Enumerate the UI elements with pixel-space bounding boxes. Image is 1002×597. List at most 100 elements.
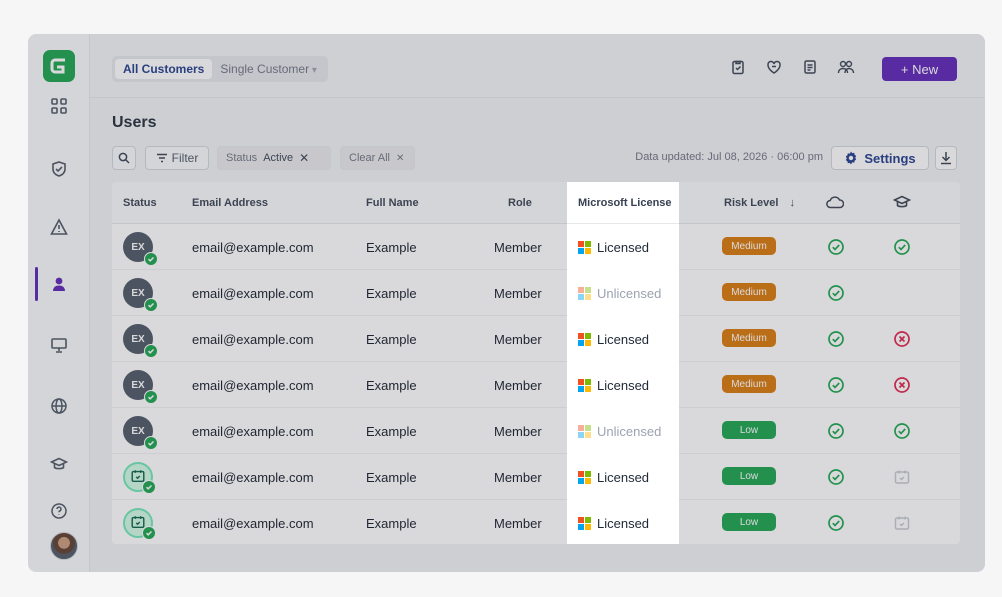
users-icon[interactable] [28,267,90,301]
calendar-check-icon [891,512,913,534]
active-status-icon [144,252,158,266]
status-filter-chip[interactable]: Status Active ✕ [217,146,331,170]
license-status-text: Licensed [597,516,650,531]
role-cell: Member [494,516,542,531]
top-bar: All Customers Single Customer + New [90,34,985,98]
clipboard-icon[interactable] [727,56,749,78]
check-circle-icon [891,420,913,442]
people-icon[interactable] [835,56,857,78]
risk-level-label: Risk Level [724,197,779,209]
email-cell[interactable]: email@example.com [192,240,314,255]
spot-header: Microsoft License [567,182,679,224]
header-email[interactable]: Email Address [192,197,268,209]
download-icon [941,152,951,165]
heart-shield-icon[interactable] [763,56,785,78]
alert-icon[interactable] [28,210,90,244]
table-row[interactable]: EX email@example.com Example Member Medium [112,316,960,362]
table-row[interactable]: email@example.com Example Member Low [112,454,960,500]
table-row[interactable]: EX email@example.com Example Member Low [112,408,960,454]
chip-close-icon[interactable]: ✕ [299,151,309,165]
monitor-icon[interactable] [28,328,90,362]
role-cell: Member [494,470,542,485]
customer-scope-toggle: All Customers Single Customer [112,56,328,82]
microsoft-logo-icon [578,287,591,300]
table-row[interactable]: EX email@example.com Example Member Medium [112,270,960,316]
email-cell[interactable]: email@example.com [192,378,314,393]
role-cell: Member [494,378,542,393]
active-status-icon [142,526,156,540]
header-status[interactable]: Status [123,197,157,209]
clear-close-icon: ✕ [395,152,405,164]
graduation-cap-icon[interactable] [28,447,90,481]
risk-level-badge: Medium [722,283,776,301]
tab-single-customer[interactable]: Single Customer [212,59,325,79]
microsoft-logo-icon [578,517,591,530]
data-updated-text: Data updated: Jul 08, 2026 · 06:00 pm [635,151,823,163]
dashboard-icon[interactable] [28,89,90,123]
header-microsoft-license-highlight[interactable]: Microsoft License [578,197,672,209]
header-full-name[interactable]: Full Name [366,197,419,209]
tab-all-customers[interactable]: All Customers [115,59,213,79]
document-icon[interactable] [799,56,821,78]
full-name-cell: Example [366,470,417,485]
microsoft-license-cell: Licensed [578,516,678,532]
full-name-cell: Example [366,240,417,255]
table-row[interactable]: EX email@example.com Example Member Medium [112,224,960,270]
avatar-initials: EX [131,287,145,299]
header-risk-level[interactable]: Risk Level ↓ [724,197,795,209]
active-status-icon [144,436,158,450]
table-row[interactable]: EX email@example.com Example Member Medium [112,362,960,408]
microsoft-logo-icon [578,333,591,346]
risk-level-badge: Medium [722,329,776,347]
brand-logo[interactable] [43,50,75,82]
microsoft-logo-icon [578,471,591,484]
microsoft-license-cell: Licensed [578,378,678,394]
active-status-icon [144,390,158,404]
full-name-cell: Example [366,424,417,439]
microsoft-logo-icon [578,379,591,392]
user-avatar [123,462,156,494]
email-cell[interactable]: email@example.com [192,516,314,531]
main-content: Users Filter Status Active ✕ Clear All ✕… [90,98,985,572]
user-avatar: EX [123,324,158,358]
settings-button[interactable]: Settings [831,146,929,170]
graduation-cap-icon[interactable] [892,194,912,213]
filter-icon [156,153,167,163]
email-cell[interactable]: email@example.com [192,332,314,347]
app-window: All Customers Single Customer + New User… [28,34,985,572]
sidebar [28,34,90,572]
download-button[interactable] [935,146,957,170]
filter-button[interactable]: Filter [145,146,209,170]
help-icon[interactable] [28,494,90,528]
email-cell[interactable]: email@example.com [192,470,314,485]
current-user-avatar[interactable] [50,532,78,560]
page-title: Users [112,114,157,131]
new-button[interactable]: + New [882,57,957,81]
license-status-text: Licensed [597,470,650,485]
shield-icon[interactable] [28,152,90,186]
risk-level-badge: Low [722,513,776,531]
header-role[interactable]: Role [508,197,532,209]
table-header: Status Email Address Full Name Role Micr… [112,182,960,224]
license-status-text: Licensed [597,332,650,347]
globe-icon[interactable] [28,389,90,423]
email-cell[interactable]: email@example.com [192,424,314,439]
microsoft-license-cell: Licensed [578,332,678,348]
search-button[interactable] [112,146,136,170]
risk-level-badge: Medium [722,375,776,393]
license-status-text: Licensed [597,240,650,255]
x-circle-icon [891,374,913,396]
clear-all-label: Clear All [349,152,390,164]
clear-all-chip[interactable]: Clear All ✕ [340,146,415,170]
cloud-icon[interactable] [826,195,845,212]
sort-arrow-icon[interactable]: ↓ [789,197,795,209]
role-cell: Member [494,332,542,347]
table-row[interactable]: email@example.com Example Member Low [112,500,960,546]
gear-icon [846,151,857,165]
full-name-cell: Example [366,286,417,301]
calendar-check-icon [891,466,913,488]
email-cell[interactable]: email@example.com [192,286,314,301]
chip-key: Status [226,152,258,164]
user-avatar: EX [123,232,158,266]
user-avatar: EX [123,278,158,312]
